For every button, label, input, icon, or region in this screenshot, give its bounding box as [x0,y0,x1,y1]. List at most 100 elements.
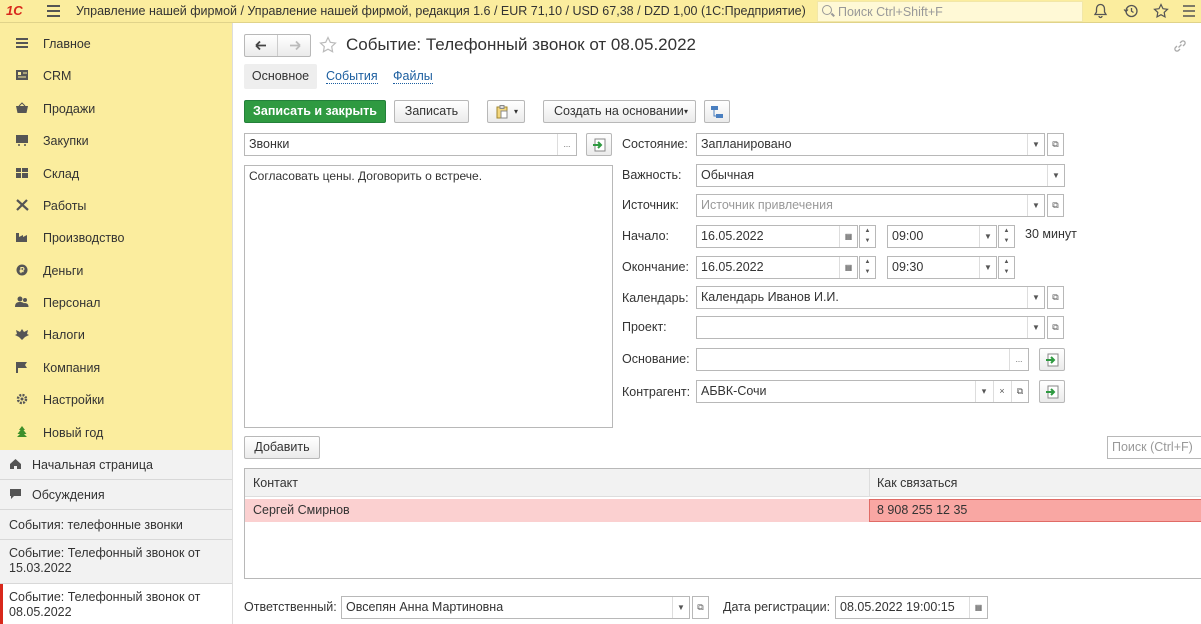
start-date-field[interactable]: 16.05.2022 ▦ [696,225,858,248]
open-icon[interactable]: ⧉ [1047,286,1064,309]
sidebar-item-personnel[interactable]: Персонал [0,285,233,317]
column-header-contact[interactable]: Контакт [253,476,298,490]
open-icon[interactable]: ⧉ [692,596,709,619]
open-icon[interactable]: ⧉ [1047,194,1064,217]
home-page-link[interactable]: Начальная страница [0,450,232,480]
basis-add-button[interactable] [1039,348,1065,371]
responsible-label: Ответственный: [244,600,337,614]
create-based-on-button[interactable]: Создать на основании ▾ [543,100,696,123]
history-icon[interactable] [1123,3,1139,23]
sidebar-item-sales[interactable]: Продажи [0,91,233,123]
structure-button[interactable] [704,100,730,123]
sidebar-item-label: CRM [43,69,72,83]
flag-icon [15,361,29,373]
chevron-down-icon[interactable]: ▼ [1027,195,1044,216]
main-menu-icon[interactable] [47,5,60,17]
start-date-stepper[interactable]: ▲ ▼ [859,225,876,248]
sidebar-item-works[interactable]: Работы [0,188,233,220]
end-time-stepper[interactable]: ▲ ▼ [998,256,1015,279]
end-time-field[interactable]: 09:30 ▼ [887,256,997,279]
content-textarea[interactable]: Согласовать цены. Договорить о встрече. [244,165,613,428]
end-date-field[interactable]: 16.05.2022 ▦ [696,256,858,279]
sidebar-item-crm[interactable]: CRM [0,58,233,90]
chevron-down-icon[interactable]: ▼ [1027,287,1044,308]
basis-field[interactable]: ... [696,348,1029,371]
forward-arrow-icon[interactable] [278,35,311,56]
content-text: Согласовать цены. Договорить о встрече. [249,169,483,183]
clipboard-icon [495,105,509,126]
project-select[interactable]: ▼ [696,316,1045,339]
select-ellipsis-icon[interactable]: ... [557,134,576,155]
subject-value: Звонки [249,137,290,151]
calendar-select[interactable]: Календарь Иванов И.И. ▼ [696,286,1045,309]
sidebar-item-label: Главное [43,37,91,51]
bell-icon[interactable] [1093,3,1108,23]
chevron-down-icon[interactable]: ▼ [672,597,689,618]
favorite-star-icon[interactable] [319,36,337,57]
clear-icon[interactable]: × [993,381,1010,402]
favorites-star-icon[interactable] [1153,3,1169,23]
start-time-field[interactable]: 09:00 ▼ [887,225,997,248]
open-icon[interactable]: ⧉ [1047,133,1064,156]
sidebar-item-label: Склад [43,167,80,181]
save-and-close-button[interactable]: Записать и закрыть [244,100,386,123]
clipboard-dropdown-button[interactable]: ▾ [487,100,525,123]
more-menu-icon[interactable] [1182,3,1196,23]
column-header-contact-method[interactable]: Как связаться [877,476,957,490]
calendar-icon[interactable]: ▦ [969,597,987,618]
back-arrow-icon[interactable] [245,35,278,56]
open-window-item-active[interactable]: Событие: Телефонный звонок от 08.05.2022 [0,584,232,624]
counterparty-select[interactable]: АБВК-Сочи ▾ × ⧉ [696,380,1029,403]
open-icon[interactable]: ⧉ [1011,381,1028,402]
table-search-input[interactable]: Поиск (Ctrl+F) [1107,436,1201,459]
sidebar-item-settings[interactable]: Настройки [0,382,233,414]
sidebar-item-purchases[interactable]: Закупки [0,123,233,155]
calendar-icon[interactable]: ▦ [839,257,857,278]
chevron-down-icon[interactable]: ▼ [1027,134,1044,155]
start-time-stepper[interactable]: ▲ ▼ [998,225,1015,248]
open-icon[interactable]: ⧉ [1047,316,1064,339]
chevron-down-icon[interactable]: ▼ [979,257,996,278]
link-icon[interactable] [1172,38,1188,57]
sidebar-item-money[interactable]: ₽ Деньги [0,253,233,285]
basket-icon [15,102,29,114]
chevron-down-icon[interactable]: ▾ [975,381,992,402]
subject-add-button[interactable] [586,133,612,156]
global-search-input[interactable]: Поиск Ctrl+Shift+F [817,1,1083,22]
counterparty-add-button[interactable] [1039,380,1065,403]
tab-events[interactable]: События [326,69,378,84]
open-window-item[interactable]: События: телефонные звонки [0,510,232,540]
responsible-select[interactable]: Овсепян Анна Мартиновна ▼ [341,596,690,619]
svg-text:₽: ₽ [20,266,25,275]
open-window-item[interactable]: Событие: Телефонный звонок от 15.03.2022 [0,540,232,584]
sidebar-item-production[interactable]: Производство [0,220,233,252]
open-windows-panel: Начальная страница Обсуждения События: т… [0,450,233,624]
chevron-down-icon[interactable]: ▼ [1047,165,1064,186]
importance-select[interactable]: Обычная ▼ [696,164,1065,187]
save-button[interactable]: Записать [394,100,469,123]
sidebar-item-company[interactable]: Компания [0,350,233,382]
table-row[interactable]: Сергей Смирнов 8 908 255 12 35 [245,499,1201,522]
project-label: Проект: [622,320,667,334]
sidebar-item-taxes[interactable]: Налоги [0,317,233,349]
calendar-icon[interactable]: ▦ [839,226,857,247]
reg-date-field[interactable]: 08.05.2022 19:00:15 ▦ [835,596,988,619]
state-select[interactable]: Запланировано ▼ [696,133,1045,156]
sidebar-item-new-year[interactable]: Новый год [0,415,233,447]
select-ellipsis-icon[interactable]: ... [1009,349,1028,370]
counterparty-label: Контрагент: [622,385,691,399]
search-placeholder: Поиск Ctrl+Shift+F [838,5,943,19]
sidebar-item-main[interactable]: Главное [0,26,233,58]
tab-files[interactable]: Файлы [393,69,433,84]
add-contact-button[interactable]: Добавить [244,436,320,459]
end-date-stepper[interactable]: ▲ ▼ [859,256,876,279]
discussions-link[interactable]: Обсуждения [0,480,232,510]
sidebar-item-warehouse[interactable]: Склад [0,156,233,188]
people-icon [15,296,29,308]
sidebar-item-label: Настройки [43,393,105,407]
subject-field[interactable]: Звонки ... [244,133,577,156]
chevron-down-icon[interactable]: ▼ [979,226,996,247]
chevron-down-icon[interactable]: ▼ [1027,317,1044,338]
source-select[interactable]: Источник привлечения ▼ [696,194,1045,217]
tab-main[interactable]: Основное [244,64,317,89]
